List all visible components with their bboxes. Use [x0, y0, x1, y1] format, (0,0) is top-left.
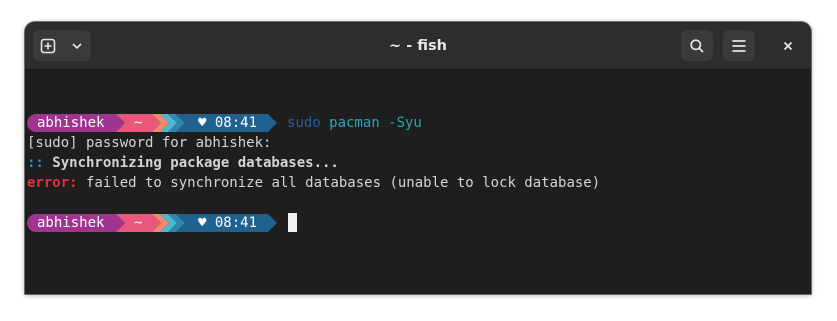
prompt-directory: ~	[134, 215, 143, 231]
title-bar: ~ - fish	[25, 22, 811, 70]
chevron-down-icon	[71, 42, 82, 49]
new-tab-icon	[40, 38, 55, 53]
search-icon	[690, 38, 704, 53]
prompt-user: abhishek	[37, 115, 105, 131]
search-button[interactable]	[681, 30, 713, 61]
terminal-window: ~ - fish abhishek ~ ♥ 08:41 sudo pacman …	[25, 22, 811, 294]
output-password-line: [sudo] password for abhishek:	[27, 135, 272, 151]
close-button[interactable]	[772, 30, 804, 61]
new-tab-dropdown-button[interactable]	[62, 30, 91, 61]
terminal-output[interactable]: abhishek ~ ♥ 08:41 sudo pacman -Syu [sud…	[25, 70, 811, 294]
output-sync-line: :: Synchronizing package databases...	[27, 153, 339, 173]
prompt-directory: ~	[134, 115, 143, 131]
prompt-user: abhishek	[37, 215, 105, 231]
command-line: sudo pacman -Syu	[287, 113, 422, 133]
new-tab-button[interactable]	[33, 30, 62, 61]
sync-text: Synchronizing package databases...	[43, 155, 339, 171]
main-menu-button[interactable]	[723, 30, 755, 61]
hamburger-menu-icon	[732, 39, 746, 52]
sync-marker: ::	[27, 155, 44, 171]
prompt-time: ♥ 08:41	[198, 215, 258, 231]
text-cursor	[288, 213, 297, 232]
prompt-time: ♥ 08:41	[198, 115, 258, 131]
new-tab-button-group	[33, 30, 91, 61]
shell-prompt: abhishek ~ ♥ 08:41	[27, 114, 287, 132]
output-error-line: error: failed to synchronize all databas…	[27, 173, 600, 193]
command-sudo: sudo	[287, 115, 321, 131]
close-icon	[783, 41, 793, 50]
command-args: pacman -Syu	[320, 115, 422, 131]
error-text: failed to synchronize all databases (una…	[77, 175, 601, 191]
shell-prompt: abhishek ~ ♥ 08:41	[27, 214, 287, 232]
error-label: error:	[27, 175, 78, 191]
